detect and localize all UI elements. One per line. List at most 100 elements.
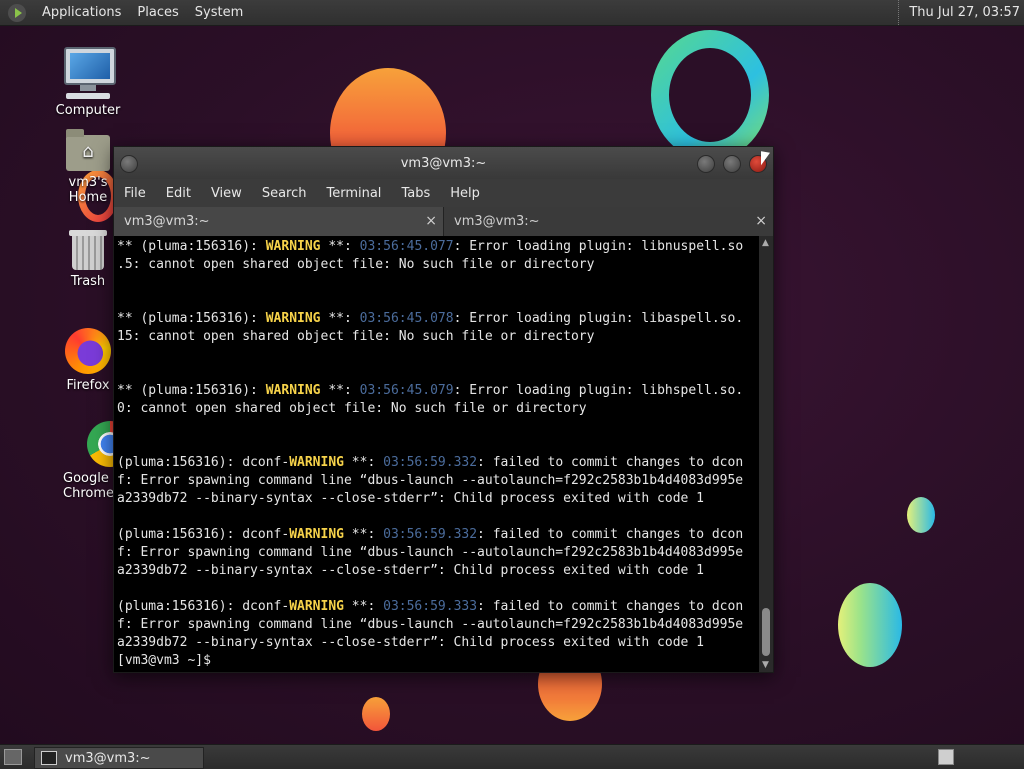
- terminal-text: **:: [320, 311, 360, 326]
- menu-help[interactable]: Help: [440, 186, 490, 201]
- menu-system[interactable]: System: [187, 5, 251, 20]
- terminal-text: : Error loading plugin: libnuspell.so: [453, 239, 744, 254]
- scroll-thumb[interactable]: [762, 608, 770, 656]
- terminal-text: f: Error spawning command line “dbus-lau…: [117, 473, 744, 488]
- menu-file[interactable]: File: [114, 186, 156, 201]
- terminal-text: a2339db72 --binary-syntax --close-stderr…: [117, 635, 704, 650]
- tab-label: vm3@vm3:~: [124, 214, 210, 229]
- terminal-text: : failed to commit changes to dcon: [477, 527, 744, 542]
- maximize-button[interactable]: [723, 155, 741, 173]
- terminal-line: 0: cannot open shared object file: No su…: [117, 400, 759, 418]
- terminal-text: : Error loading plugin: libhspell.so.: [453, 383, 744, 398]
- warning-text: WARNING: [289, 455, 344, 470]
- desktop-icon-computer[interactable]: Computer: [48, 47, 128, 118]
- timestamp-text: 03:56:45.078: [359, 311, 454, 326]
- tab-label: vm3@vm3:~: [454, 214, 540, 229]
- timestamp-text: 03:56:45.079: [359, 383, 454, 398]
- terminal-text: **:: [343, 527, 384, 542]
- show-desktop-icon[interactable]: [4, 749, 22, 765]
- desktop-icon-label: Computer: [55, 103, 121, 118]
- computer-icon: [64, 47, 116, 99]
- terminal-text: **:: [343, 599, 384, 614]
- terminal-text: 15: cannot open shared object file: No s…: [117, 329, 595, 344]
- desktop-icon-label: Trash: [70, 274, 106, 289]
- terminal-text: ** (pluma:156316):: [117, 239, 266, 254]
- distro-logo-icon[interactable]: [8, 3, 26, 22]
- terminal-line: a2339db72 --binary-syntax --close-stderr…: [117, 562, 759, 580]
- desktop-icon-label: Firefox: [66, 378, 110, 393]
- terminal-text: .5: cannot open shared object file: No s…: [117, 257, 595, 272]
- window-menu-button[interactable]: [120, 155, 138, 173]
- scroll-up-icon[interactable]: ▲: [762, 238, 769, 248]
- terminal-line: a2339db72 --binary-syntax --close-stderr…: [117, 634, 759, 652]
- clock[interactable]: Thu Jul 27, 03:57: [898, 0, 1024, 25]
- wallpaper-green-ring: [651, 30, 769, 160]
- home-folder-icon: ⌂: [66, 129, 110, 171]
- minimize-button[interactable]: [697, 155, 715, 173]
- terminal-output[interactable]: ** (pluma:156316): WARNING **: 03:56:45.…: [114, 236, 759, 672]
- terminal-text: : failed to commit changes to dcon: [477, 599, 744, 614]
- terminal-text: a2339db72 --binary-syntax --close-stderr…: [117, 563, 704, 578]
- terminal-line: 15: cannot open shared object file: No s…: [117, 328, 759, 346]
- tab-1[interactable]: vm3@vm3:~ ×: [114, 207, 444, 236]
- taskbar-button-terminal[interactable]: vm3@vm3:~: [34, 747, 204, 769]
- terminal-line: a2339db72 --binary-syntax --close-stderr…: [117, 490, 759, 508]
- menu-view[interactable]: View: [201, 186, 252, 201]
- warning-text: WARNING: [289, 599, 344, 614]
- timestamp-text: 03:56:59.332: [383, 455, 478, 470]
- terminal-line: (pluma:156316): dconf-WARNING **: 03:56:…: [117, 526, 759, 544]
- terminal-text: a2339db72 --binary-syntax --close-stderr…: [117, 491, 704, 506]
- terminal-line: (pluma:156316): dconf-WARNING **: 03:56:…: [117, 454, 759, 472]
- terminal-line: (pluma:156316): dconf-WARNING **: 03:56:…: [117, 598, 759, 616]
- terminal-text: (pluma:156316): dconf-: [117, 599, 290, 614]
- tab-close-icon[interactable]: ×: [755, 213, 767, 229]
- menu-terminal[interactable]: Terminal: [316, 186, 391, 201]
- terminal-text: **:: [320, 383, 360, 398]
- terminal-line: f: Error spawning command line “dbus-lau…: [117, 544, 759, 562]
- wallpaper-blue-small: [907, 497, 935, 533]
- warning-text: WARNING: [265, 311, 321, 326]
- tab-2[interactable]: vm3@vm3:~ ×: [444, 207, 773, 236]
- workspace-switcher[interactable]: [938, 749, 954, 765]
- window-titlebar[interactable]: vm3@vm3:~: [114, 147, 773, 179]
- clock-text: Thu Jul 27, 03:57: [909, 5, 1020, 20]
- timestamp-text: 03:56:45.077: [359, 239, 454, 254]
- terminal-text: **:: [320, 239, 360, 254]
- terminal-line: [vm3@vm3 ~]$: [117, 652, 759, 670]
- tab-close-icon[interactable]: ×: [425, 213, 437, 229]
- menu-search[interactable]: Search: [252, 186, 317, 201]
- terminal-line: f: Error spawning command line “dbus-lau…: [117, 616, 759, 634]
- scroll-down-icon[interactable]: ▼: [762, 660, 769, 670]
- wallpaper-blue-shape: [838, 583, 902, 667]
- menu-edit[interactable]: Edit: [156, 186, 201, 201]
- warning-text: WARNING: [289, 527, 344, 542]
- terminal-text: [vm3@vm3 ~]$: [117, 653, 219, 668]
- taskbar-label: vm3@vm3:~: [65, 750, 151, 766]
- menu-tabs[interactable]: Tabs: [391, 186, 440, 201]
- top-panel: Applications Places System Thu Jul 27, 0…: [0, 0, 1024, 26]
- terminal-text: f: Error spawning command line “dbus-lau…: [117, 545, 744, 560]
- menu-places[interactable]: Places: [129, 5, 186, 20]
- bottom-panel: vm3@vm3:~: [0, 744, 1024, 769]
- terminal-scrollbar[interactable]: ▲ ▼: [759, 236, 773, 672]
- firefox-icon: [65, 328, 111, 374]
- terminal-text: f: Error spawning command line “dbus-lau…: [117, 617, 744, 632]
- terminal-icon: [41, 751, 57, 765]
- wallpaper-orange-small: [362, 697, 390, 731]
- terminal-line: f: Error spawning command line “dbus-lau…: [117, 472, 759, 490]
- timestamp-text: 03:56:59.333: [383, 599, 478, 614]
- menu-applications[interactable]: Applications: [34, 5, 129, 20]
- window-title: vm3@vm3:~: [400, 155, 487, 171]
- terminal-line: .5: cannot open shared object file: No s…: [117, 256, 759, 274]
- terminal-text: ** (pluma:156316):: [117, 311, 266, 326]
- menubar: File Edit View Search Terminal Tabs Help: [114, 179, 773, 207]
- terminal-line: ** (pluma:156316): WARNING **: 03:56:45.…: [117, 238, 759, 256]
- desktop-icon-label: Google Chrome: [63, 471, 114, 501]
